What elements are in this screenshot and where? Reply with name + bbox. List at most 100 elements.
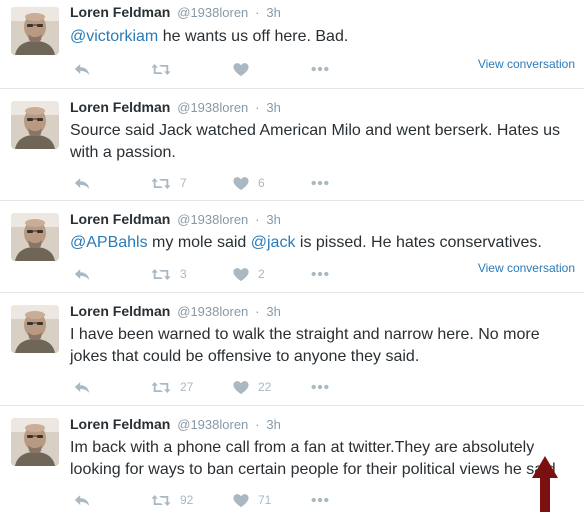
- tweet-text-body: my mole said: [147, 234, 251, 251]
- heart-icon: [233, 267, 249, 282]
- retweet-icon: [151, 62, 171, 77]
- timestamp[interactable]: 3h: [266, 100, 280, 115]
- author-name[interactable]: Loren Feldman: [70, 211, 170, 227]
- reply-button[interactable]: [73, 265, 91, 283]
- timestamp[interactable]: 3h: [266, 417, 280, 432]
- heart-icon: [233, 493, 249, 508]
- retweet-count: 3: [180, 267, 187, 281]
- separator: ·: [255, 417, 260, 432]
- more-button[interactable]: [311, 174, 329, 192]
- tweet[interactable]: Loren Feldman @1938loren · 3h @victorkia…: [0, 0, 584, 88]
- tweet[interactable]: Loren Feldman @1938loren · 3h Im back wi…: [0, 405, 584, 516]
- tweet-actions: 27 22: [70, 378, 370, 396]
- mention-link[interactable]: @victorkiam: [70, 28, 158, 45]
- retweet-button[interactable]: 27: [151, 378, 193, 396]
- avatar[interactable]: [11, 418, 59, 466]
- author-handle[interactable]: @1938loren: [177, 417, 248, 432]
- retweet-icon: [151, 493, 171, 508]
- separator: ·: [255, 100, 260, 115]
- more-button[interactable]: [311, 491, 329, 509]
- more-icon: [311, 271, 329, 277]
- tweet-text: Source said Jack watched American Milo a…: [70, 122, 561, 161]
- more-button[interactable]: [311, 378, 329, 396]
- author-handle[interactable]: @1938loren: [177, 212, 248, 227]
- mention-link[interactable]: @APBahls: [70, 234, 148, 251]
- author-name[interactable]: Loren Feldman: [70, 4, 170, 20]
- tweet-text: @APBahls my mole said @jack is pissed. H…: [70, 232, 575, 254]
- like-button[interactable]: 2: [233, 265, 265, 283]
- retweet-count: 27: [180, 380, 194, 394]
- tweet-header: Loren Feldman @1938loren · 3h: [70, 211, 281, 227]
- heart-icon: [233, 62, 249, 77]
- mention-link[interactable]: @jack: [251, 234, 296, 251]
- more-icon: [311, 180, 329, 186]
- retweet-icon: [151, 176, 171, 191]
- tweet[interactable]: Loren Feldman @1938loren · 3h @APBahls m…: [0, 200, 584, 292]
- retweet-button[interactable]: 3: [151, 265, 187, 283]
- like-count: 6: [258, 176, 265, 190]
- avatar[interactable]: [11, 305, 59, 353]
- retweet-count: 92: [180, 493, 194, 507]
- reply-icon: [73, 62, 91, 77]
- tweet-text: @victorkiam he wants us off here. Bad.: [70, 26, 575, 48]
- reply-icon: [73, 267, 91, 282]
- view-conversation-link[interactable]: View conversation: [478, 261, 575, 275]
- like-button[interactable]: 22: [233, 378, 271, 396]
- tweet-text-body: is pissed. He hates conservatives.: [295, 234, 542, 251]
- separator: ·: [255, 212, 260, 227]
- reply-button[interactable]: [73, 491, 91, 509]
- reply-button[interactable]: [73, 60, 91, 78]
- avatar[interactable]: [11, 213, 59, 261]
- more-button[interactable]: [311, 265, 329, 283]
- tweet-header: Loren Feldman @1938loren · 3h: [70, 416, 281, 432]
- reply-icon: [73, 380, 91, 395]
- more-icon: [311, 384, 329, 390]
- retweet-count: 7: [180, 176, 187, 190]
- reply-button[interactable]: [73, 174, 91, 192]
- tweet-text: I have been warned to walk the straight …: [70, 326, 540, 365]
- retweet-icon: [151, 380, 171, 395]
- like-count: 22: [258, 380, 272, 394]
- tweet[interactable]: Loren Feldman @1938loren · 3h Source sai…: [0, 88, 584, 200]
- author-handle[interactable]: @1938loren: [177, 5, 248, 20]
- reply-button[interactable]: [73, 378, 91, 396]
- timestamp[interactable]: 3h: [266, 212, 280, 227]
- heart-icon: [233, 380, 249, 395]
- separator: ·: [255, 304, 260, 319]
- author-handle[interactable]: @1938loren: [177, 304, 248, 319]
- tweet-header: Loren Feldman @1938loren · 3h: [70, 303, 281, 319]
- reply-icon: [73, 493, 91, 508]
- separator: ·: [255, 5, 260, 20]
- heart-icon: [233, 176, 249, 191]
- tweet-text-body: he wants us off here. Bad.: [158, 28, 349, 45]
- avatar[interactable]: [11, 7, 59, 55]
- tweet-actions: 92 71: [70, 491, 370, 509]
- like-count: 71: [258, 493, 272, 507]
- tweet-header: Loren Feldman @1938loren · 3h: [70, 99, 281, 115]
- more-button[interactable]: [311, 60, 329, 78]
- author-name[interactable]: Loren Feldman: [70, 99, 170, 115]
- more-icon: [311, 497, 329, 503]
- like-button[interactable]: 6: [233, 174, 265, 192]
- timestamp[interactable]: 3h: [266, 5, 280, 20]
- retweet-button[interactable]: 7: [151, 174, 187, 192]
- author-handle[interactable]: @1938loren: [177, 100, 248, 115]
- tweet-text: Im back with a phone call from a fan at …: [70, 439, 556, 478]
- tweet-actions: [70, 60, 370, 78]
- author-name[interactable]: Loren Feldman: [70, 303, 170, 319]
- author-name[interactable]: Loren Feldman: [70, 416, 170, 432]
- tweet[interactable]: Loren Feldman @1938loren · 3h I have bee…: [0, 292, 584, 405]
- tweet-actions: 3 2: [70, 265, 370, 283]
- retweet-button[interactable]: [151, 60, 180, 78]
- tweet-actions: 7 6: [70, 174, 370, 192]
- more-icon: [311, 66, 329, 72]
- view-conversation-link[interactable]: View conversation: [478, 57, 575, 71]
- up-arrow-icon: [532, 456, 558, 512]
- timestamp[interactable]: 3h: [266, 304, 280, 319]
- retweet-button[interactable]: 92: [151, 491, 193, 509]
- avatar[interactable]: [11, 101, 59, 149]
- like-button[interactable]: [233, 60, 258, 78]
- tweet-header: Loren Feldman @1938loren · 3h: [70, 4, 281, 20]
- retweet-icon: [151, 267, 171, 282]
- like-button[interactable]: 71: [233, 491, 271, 509]
